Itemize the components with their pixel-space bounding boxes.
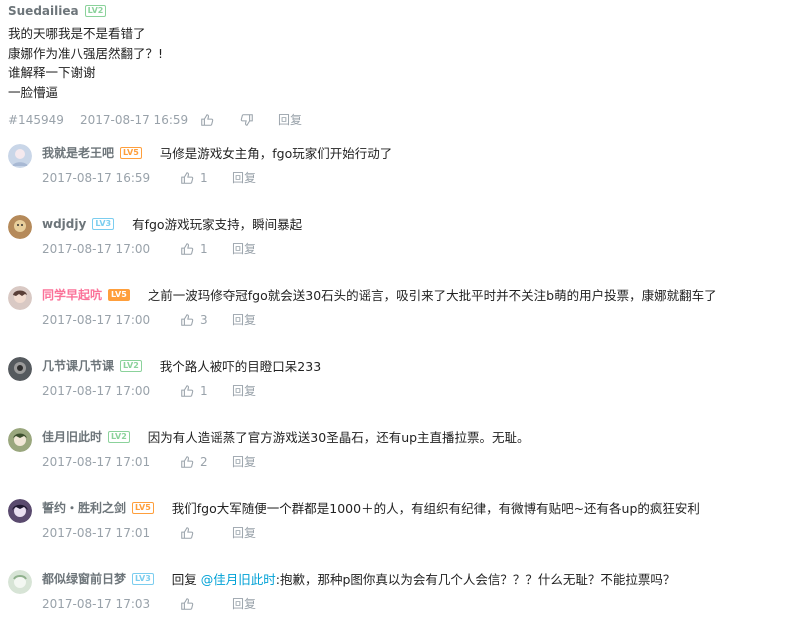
comment-line: 我的天哪我是不是看错了 xyxy=(8,26,146,41)
username[interactable]: 佳月旧此时 xyxy=(42,428,102,445)
comment-line: 谁解释一下谢谢 xyxy=(8,65,96,80)
reply-button[interactable]: 回复 xyxy=(232,311,256,328)
dislike-button[interactable] xyxy=(240,113,278,127)
username[interactable]: 几节课几节课 xyxy=(42,357,114,374)
level-badge: LV2 xyxy=(108,430,130,443)
reply-item: 都似绿窗前日梦 LV3 回复 @佳月旧此时:抱歉，那种p图你真以为会有几个人会信… xyxy=(8,567,798,637)
like-button[interactable]: 1 xyxy=(180,242,232,256)
reply-text: 之前一波玛修夺冠fgo就会送30石头的谣言，吸引来了大批平时并不关注b萌的用户投… xyxy=(147,288,717,303)
level-badge: LV2 xyxy=(84,5,107,17)
reply-text: 因为有人造谣蒸了官方游戏送30圣晶石，还有up主直播拉票。无耻。 xyxy=(147,430,530,445)
reply-item: 我就是老王吧 LV5 马修是游戏女主角，fgo玩家们开始行动了 2017-08-… xyxy=(8,141,798,211)
reply-item: 同学早起吭 LV5 之前一波玛修夺冠fgo就会送30石头的谣言，吸引来了大批平时… xyxy=(8,283,798,353)
avatar[interactable] xyxy=(8,570,32,594)
avatar[interactable] xyxy=(8,286,32,310)
reply-button[interactable]: 回复 xyxy=(232,240,256,257)
username[interactable]: wdjdjy xyxy=(42,217,86,231)
reply-button[interactable]: 回复 xyxy=(232,453,256,470)
thumbs-up-icon xyxy=(181,171,194,184)
comment-line: 一脸懵逼 xyxy=(8,84,59,100)
like-count: 2 xyxy=(200,454,208,469)
like-button[interactable] xyxy=(200,113,240,127)
thumbs-up-icon xyxy=(181,455,194,468)
thumbs-up-icon xyxy=(181,526,194,539)
username[interactable]: 我就是老王吧 xyxy=(42,144,114,161)
thumbs-up-icon xyxy=(181,384,194,397)
reply-text: 马修是游戏女主角，fgo玩家们开始行动了 xyxy=(159,146,393,161)
like-count: 1 xyxy=(200,383,208,398)
like-count: 3 xyxy=(200,312,208,327)
level-badge: LV5 xyxy=(108,288,130,301)
reply-button[interactable]: 回复 xyxy=(232,382,256,399)
level-badge: LV2 xyxy=(120,359,142,372)
like-button[interactable]: 3 xyxy=(180,313,232,327)
like-count: 1 xyxy=(200,241,208,256)
reply-button[interactable]: 回复 xyxy=(232,524,256,541)
timestamp: 2017-08-17 17:01 xyxy=(42,525,151,540)
timestamp: 2017-08-17 17:03 xyxy=(42,596,151,611)
level-badge: LV5 xyxy=(120,146,142,159)
like-button[interactable]: 1 xyxy=(180,384,232,398)
reply-prefix: 回复 xyxy=(171,572,201,587)
avatar[interactable] xyxy=(8,428,32,452)
username[interactable]: Suedailiea xyxy=(8,4,79,18)
comment-text: 我的天哪我是不是看错了 康娜作为准八强居然翻了？! 谁解释一下谢谢 一脸懵逼 xyxy=(8,24,163,102)
username[interactable]: 都似绿窗前日梦 xyxy=(42,570,126,587)
timestamp: 2017-08-17 16:59 xyxy=(80,112,189,127)
timestamp: 2017-08-17 17:00 xyxy=(42,383,151,398)
avatar[interactable] xyxy=(8,215,32,239)
username[interactable]: 誓约・胜利之剑 xyxy=(42,499,126,516)
thumbs-up-icon xyxy=(181,242,194,255)
reply-button[interactable]: 回复 xyxy=(278,111,302,128)
floor-number: #145949 xyxy=(8,112,64,127)
thumbs-up-icon xyxy=(181,597,194,610)
timestamp: 2017-08-17 17:00 xyxy=(42,312,151,327)
avatar[interactable] xyxy=(8,144,32,168)
like-button[interactable]: 2 xyxy=(180,455,232,469)
timestamp: 2017-08-17 17:01 xyxy=(42,454,151,469)
level-badge: LV3 xyxy=(92,217,115,230)
reply-text: 回复 @佳月旧此时:抱歉，那种p图你真以为会有几个人会信？？？什么无耻？不能拉票… xyxy=(172,569,676,588)
level-badge: LV5 xyxy=(132,501,154,514)
like-button[interactable] xyxy=(180,526,232,540)
reply-button[interactable]: 回复 xyxy=(232,169,256,186)
timestamp: 2017-08-17 17:00 xyxy=(42,241,151,256)
thumbs-up-icon xyxy=(201,113,214,126)
timestamp: 2017-08-17 16:59 xyxy=(42,170,151,185)
reply-item: 佳月旧此时 LV2 因为有人造谣蒸了官方游戏送30圣晶石，还有up主直播拉票。无… xyxy=(8,425,798,495)
like-button[interactable] xyxy=(180,597,232,611)
mention-link[interactable]: @佳月旧此时 xyxy=(201,572,276,587)
reply-body: :抱歉，那种p图你真以为会有几个人会信？？？什么无耻？不能拉票吗？ xyxy=(275,572,676,587)
avatar[interactable] xyxy=(8,499,32,523)
like-count: 1 xyxy=(200,170,208,185)
thumbs-up-icon xyxy=(181,313,194,326)
reply-item: 几节课几节课 LV2 我个路人被吓的目瞪口呆233 2017-08-17 17:… xyxy=(8,354,798,424)
reply-text: 我们fgo大军随便一个群都是1000＋的人，有组织有纪律，有微博有贴吧~还有各u… xyxy=(171,501,700,516)
reply-text: 我个路人被吓的目瞪口呆233 xyxy=(159,359,322,374)
reply-item: 誓约・胜利之剑 LV5 我们fgo大军随便一个群都是1000＋的人，有组织有纪律… xyxy=(8,496,798,566)
avatar[interactable] xyxy=(8,357,32,381)
reply-item: wdjdjy LV3 有fgo游戏玩家支持，瞬间暴起 2017-08-17 17… xyxy=(8,212,798,282)
like-button[interactable]: 1 xyxy=(180,171,232,185)
username[interactable]: 同学早起吭 xyxy=(42,286,102,303)
main-comment-user: Suedailiea LV2 xyxy=(8,4,107,18)
thumbs-down-icon xyxy=(240,113,253,126)
comment-line: 康娜作为准八强居然翻了？! xyxy=(8,45,164,61)
reply-button[interactable]: 回复 xyxy=(232,595,256,612)
level-badge: LV3 xyxy=(132,572,154,585)
reply-text: 有fgo游戏玩家支持，瞬间暴起 xyxy=(132,217,303,232)
comment-meta: #145949 2017-08-17 16:59 回复 xyxy=(8,111,302,128)
